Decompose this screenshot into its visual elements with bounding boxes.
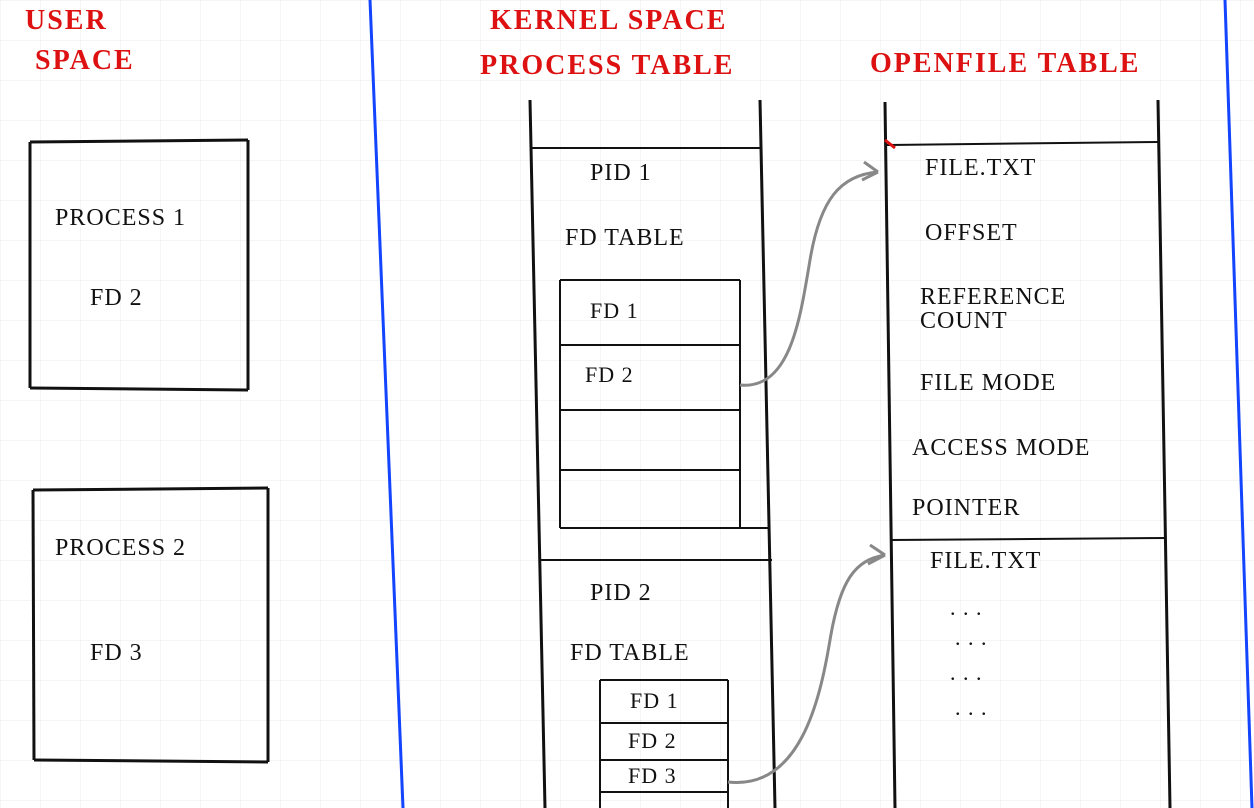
pid1-fd-row0: FD 1: [590, 298, 639, 324]
process1-label: PROCESS 1: [55, 205, 186, 232]
of2-name: FILE.TXT: [930, 548, 1041, 575]
of2-ell1: . . .: [955, 625, 988, 651]
oftable-left: [885, 102, 895, 808]
divider-right: [1225, 0, 1252, 808]
of2-ell0: . . .: [950, 595, 983, 621]
oftable-right: [1158, 100, 1170, 808]
arrow-fd3-to-file2: [728, 545, 885, 782]
title-user-space-1: USER: [25, 5, 108, 37]
of1-field0: OFFSET: [925, 220, 1018, 247]
of1-field3: ACCESS MODE: [912, 435, 1090, 462]
pid2-label: PID 2: [590, 580, 652, 607]
pid1-fdtable-label: FD TABLE: [565, 225, 685, 252]
pid2-fd-row1: FD 2: [628, 728, 677, 754]
pid2-fdtable-label: FD TABLE: [570, 640, 690, 667]
oftable-row0: [885, 142, 1158, 145]
process2-fd: FD 3: [90, 640, 143, 667]
oftable-row1: [891, 538, 1166, 540]
pid2-fd-row2: FD 3: [628, 763, 677, 789]
ptable-right: [760, 100, 775, 808]
title-kernel-space: KERNEL SPACE: [490, 5, 727, 37]
of2-ell3: . . .: [955, 695, 988, 721]
process2-box: [33, 488, 268, 762]
diagram-canvas: [0, 0, 1254, 808]
ptable-left: [530, 100, 545, 808]
divider-left: [370, 0, 403, 808]
title-process-table: PROCESS TABLE: [480, 50, 734, 82]
of1-field4: POINTER: [912, 495, 1020, 522]
pid1-label: PID 1: [590, 160, 652, 187]
of1-field1: REFERENCE COUNT: [920, 285, 1140, 333]
pid2-fd-row0: FD 1: [630, 688, 679, 714]
of1-field2: FILE MODE: [920, 370, 1056, 397]
process2-label: PROCESS 2: [55, 535, 186, 562]
title-user-space-2: SPACE: [35, 45, 135, 77]
title-openfile-table: OPENFILE TABLE: [870, 48, 1140, 80]
pid1-fd-row1: FD 2: [585, 362, 634, 388]
process1-fd: FD 2: [90, 285, 143, 312]
of2-ell2: . . .: [950, 660, 983, 686]
of1-name: FILE.TXT: [925, 155, 1036, 182]
process1-box: [30, 140, 248, 390]
